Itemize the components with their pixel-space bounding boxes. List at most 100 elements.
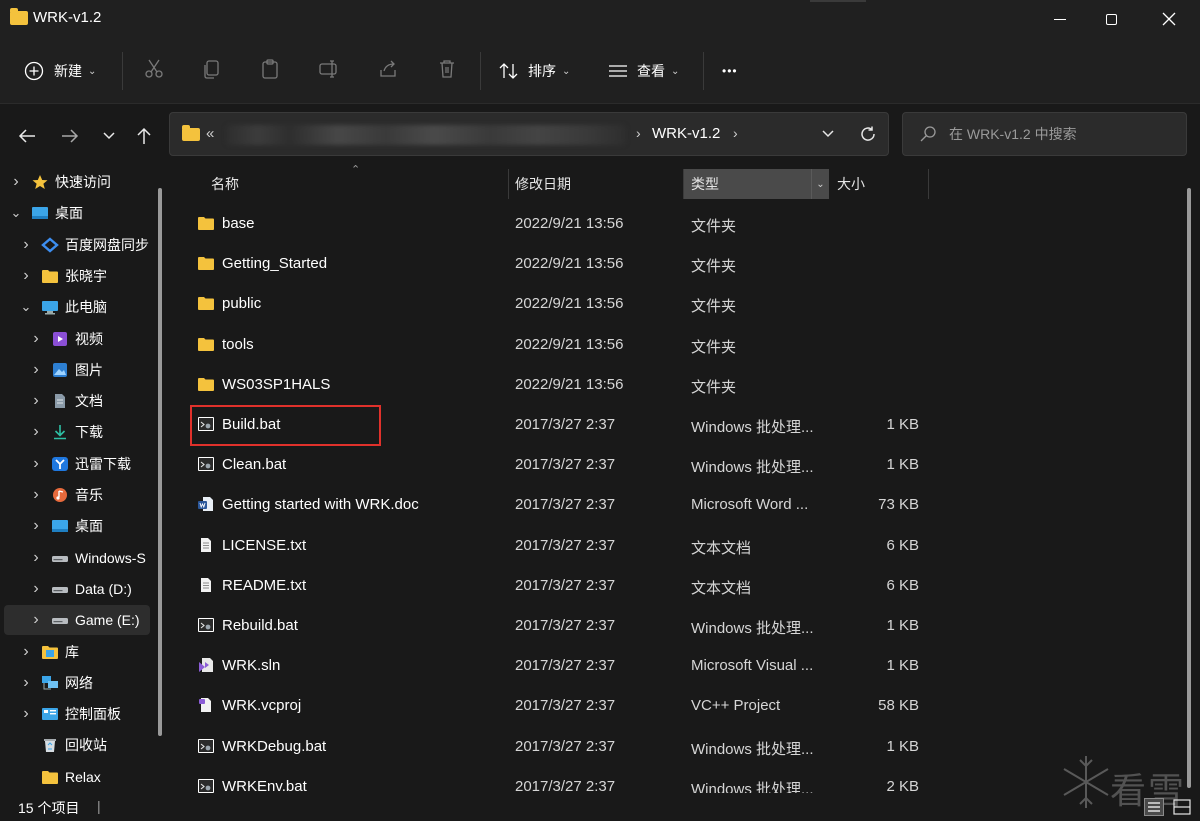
nav-item[interactable]: 回收站: [0, 730, 155, 760]
nav-item[interactable]: › 库: [0, 637, 155, 667]
text-file-icon: [197, 577, 215, 595]
nav-item[interactable]: › 桌面: [0, 511, 155, 541]
nav-item[interactable]: › 视频: [0, 324, 155, 354]
rename-icon[interactable]: [318, 58, 340, 80]
file-row[interactable]: Rebuild.bat 2017/3/27 2:37 Windows 批处理... 1…: [175, 607, 935, 645]
delete-icon[interactable]: [436, 58, 458, 80]
copy-icon[interactable]: [201, 58, 223, 80]
chevron-right-icon[interactable]: ›: [30, 517, 42, 535]
chevron-right-icon[interactable]: ›: [30, 423, 42, 441]
chevron-right-icon[interactable]: ›: [30, 580, 42, 598]
column-header-name[interactable]: 名称: [211, 169, 239, 199]
column-header-size[interactable]: 大小: [837, 169, 865, 199]
sort-button[interactable]: 排序 ⌄: [498, 56, 570, 86]
nav-item[interactable]: ⌄ 桌面: [0, 198, 155, 228]
minimize-button[interactable]: [1037, 0, 1083, 38]
share-icon[interactable]: [377, 58, 399, 80]
nav-item[interactable]: › 百度网盘同步: [0, 230, 155, 260]
chevron-down-icon[interactable]: ⌄: [20, 299, 32, 315]
file-list: ⌃ 名称 修改日期 类型 ⌄ 大小 base 2022/9/21 13:56 文件夹…: [175, 163, 1185, 793]
new-button[interactable]: 新建 ⌄: [24, 56, 96, 86]
column-filter-dropdown[interactable]: ⌄: [811, 169, 829, 199]
chevron-right-icon[interactable]: ›: [30, 361, 42, 379]
file-list-scrollbar[interactable]: [1187, 188, 1191, 788]
nav-item[interactable]: › 快速访问: [0, 167, 155, 197]
search-input[interactable]: [949, 113, 1179, 155]
back-button[interactable]: [12, 122, 42, 150]
chevron-right-icon[interactable]: ›: [20, 643, 32, 661]
chevron-right-icon[interactable]: ›: [20, 267, 32, 285]
up-button[interactable]: [129, 122, 159, 150]
chevron-right-icon[interactable]: ›: [30, 330, 42, 348]
file-row[interactable]: tools 2022/9/21 13:56 文件夹: [175, 326, 935, 364]
chevron-right-icon[interactable]: ›: [30, 486, 42, 504]
library-icon: [41, 644, 59, 660]
chevron-right-icon[interactable]: ›: [30, 611, 42, 629]
refresh-button[interactable]: [856, 123, 880, 145]
file-row[interactable]: WRKEnv.bat 2017/3/27 2:37 Windows 批处理... 2 …: [175, 768, 935, 793]
recent-locations-button[interactable]: [94, 122, 124, 150]
paste-icon[interactable]: [259, 58, 281, 80]
file-row[interactable]: public 2022/9/21 13:56 文件夹: [175, 285, 935, 323]
file-size: 2 KB: [886, 777, 919, 793]
file-name: WRKEnv.bat: [222, 777, 307, 793]
nav-item[interactable]: › Game (E:): [4, 605, 150, 636]
file-row[interactable]: Getting_Started 2022/9/21 13:56 文件夹: [175, 245, 935, 283]
file-row[interactable]: WRKDebug.bat 2017/3/27 2:37 Windows 批处理...…: [175, 728, 935, 766]
file-name: WS03SP1HALS: [222, 375, 331, 393]
chevron-down-icon[interactable]: ⌄: [10, 205, 22, 221]
cut-icon[interactable]: [143, 58, 165, 80]
nav-item[interactable]: › Data (D:): [0, 574, 155, 604]
chevron-right-icon[interactable]: ›: [30, 455, 42, 473]
view-button[interactable]: 查看 ⌄: [607, 56, 679, 86]
nav-item[interactable]: › 张晓宇: [0, 261, 155, 291]
nav-item[interactable]: ⌄ 此电脑: [0, 292, 155, 322]
navigation-pane-scrollbar[interactable]: [158, 188, 162, 736]
close-button[interactable]: [1146, 0, 1192, 38]
maximize-button[interactable]: [1088, 0, 1134, 38]
nav-item[interactable]: › 下载: [0, 417, 155, 447]
address-dropdown-button[interactable]: [816, 123, 840, 145]
file-row[interactable]: WRK.vcproj 2017/3/27 2:37 VC++ Project 58 K…: [175, 687, 935, 725]
nav-item[interactable]: › 控制面板: [0, 699, 155, 729]
column-header-modified[interactable]: 修改日期: [515, 169, 571, 199]
breadcrumb-overflow[interactable]: «: [206, 125, 214, 142]
chevron-right-icon[interactable]: ›: [10, 173, 22, 191]
nav-item[interactable]: › 音乐: [0, 480, 155, 510]
nav-item[interactable]: › 文档: [0, 386, 155, 416]
nav-item[interactable]: › Windows-S: [0, 543, 155, 573]
file-row[interactable]: LICENSE.txt 2017/3/27 2:37 文本文档 6 KB: [175, 527, 935, 565]
chevron-right-icon[interactable]: ›: [20, 705, 32, 723]
file-row[interactable]: README.txt 2017/3/27 2:37 文本文档 6 KB: [175, 567, 935, 605]
nav-item[interactable]: › 迅雷下载: [0, 449, 155, 479]
file-row[interactable]: base 2022/9/21 13:56 文件夹: [175, 205, 935, 243]
breadcrumb-separator[interactable]: ›: [636, 125, 641, 141]
file-row[interactable]: Clean.bat 2017/3/27 2:37 Windows 批处理... 1 K…: [175, 446, 935, 484]
breadcrumb-current[interactable]: WRK-v1.2: [652, 125, 720, 142]
file-size: 1 KB: [886, 617, 919, 634]
folder-icon: [197, 295, 215, 313]
file-type: 文件夹: [691, 258, 737, 276]
file-row[interactable]: WS03SP1HALS 2022/9/21 13:56 文件夹: [175, 366, 935, 404]
nav-item[interactable]: Relax: [0, 762, 155, 792]
tiles-view-button[interactable]: [1172, 798, 1192, 816]
chevron-right-icon[interactable]: ›: [20, 674, 32, 692]
download-icon: [51, 424, 69, 440]
file-row[interactable]: Getting started with WRK.doc 2017/3/27 2:…: [175, 486, 935, 524]
chevron-right-icon[interactable]: ›: [30, 392, 42, 410]
column-divider[interactable]: [508, 169, 509, 199]
file-row[interactable]: WRK.sln 2017/3/27 2:37 Microsoft Visual ..…: [175, 647, 935, 685]
chevron-right-icon[interactable]: ›: [20, 236, 32, 254]
column-divider[interactable]: [928, 169, 929, 199]
address-bar[interactable]: « › WRK-v1.2 ›: [169, 112, 889, 156]
nav-item[interactable]: › 网络: [0, 668, 155, 698]
breadcrumb-separator[interactable]: ›: [733, 125, 738, 141]
forward-button[interactable]: [55, 122, 85, 150]
details-view-button[interactable]: [1144, 798, 1164, 816]
column-header-type[interactable]: 类型: [691, 169, 719, 199]
column-divider[interactable]: [683, 169, 684, 199]
nav-item[interactable]: › 图片: [0, 355, 155, 385]
chevron-right-icon[interactable]: ›: [30, 549, 42, 567]
search-box[interactable]: [902, 112, 1187, 156]
more-options-button[interactable]: •••: [722, 56, 738, 86]
